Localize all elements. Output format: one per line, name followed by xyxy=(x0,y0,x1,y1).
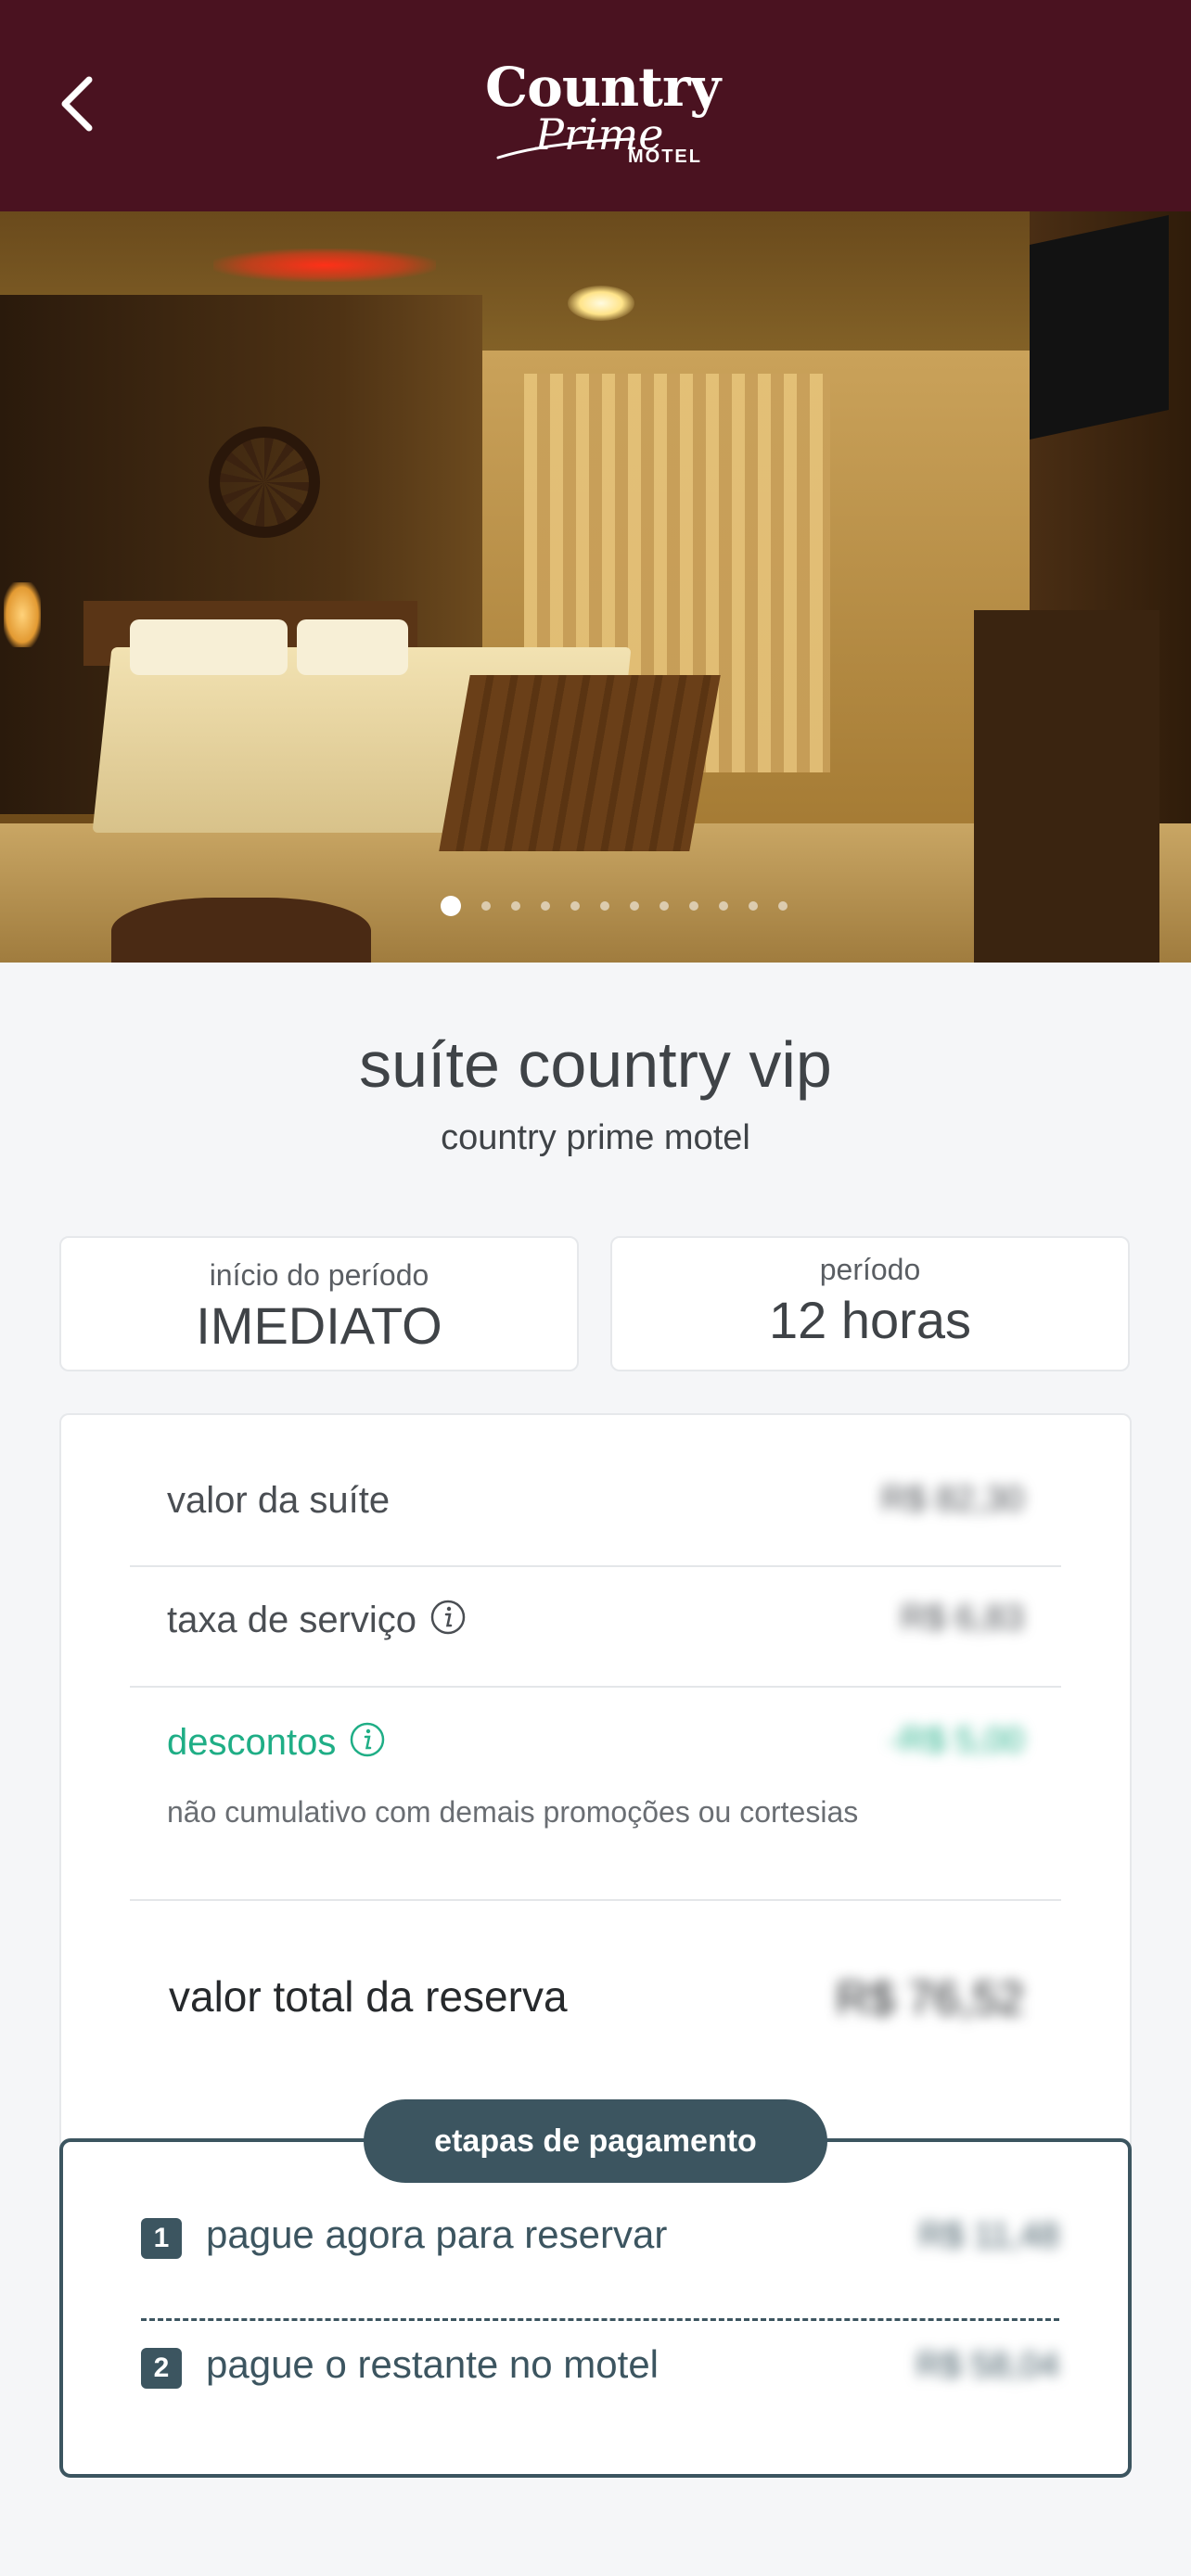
suite-value-amount: R$ 82,30 xyxy=(880,1480,1024,1519)
total-amount: R$ 76,52 xyxy=(836,1972,1024,2024)
chevron-left-icon xyxy=(61,76,93,132)
service-fee-amount: R$ 6,83 xyxy=(900,1599,1024,1638)
payment-steps-title: etapas de pagamento xyxy=(364,2099,827,2183)
carousel-dot[interactable] xyxy=(689,901,698,911)
period-start-label: início do período xyxy=(209,1258,429,1292)
carousel-dot[interactable] xyxy=(481,901,491,911)
step-amount: R$ 58,04 xyxy=(916,2346,1059,2385)
payment-step-1: 1 pague agora para reservar R$ 11,48 xyxy=(141,2213,1059,2268)
discounts-label: descontos xyxy=(167,1722,337,1763)
period-duration-label: período xyxy=(819,1253,921,1286)
divider xyxy=(130,1899,1061,1901)
divider xyxy=(130,1686,1061,1688)
motel-logo: Country Prime MOTEL xyxy=(478,56,721,176)
period-start-card: início do período IMEDIATO xyxy=(59,1236,579,1371)
back-button[interactable] xyxy=(48,69,104,139)
step-label: pague o restante no motel xyxy=(206,2342,660,2386)
payment-steps-card: 1 pague agora para reservar R$ 11,48 2 p… xyxy=(59,2138,1132,2478)
step-number-badge: 2 xyxy=(141,2348,182,2389)
step-label: pague agora para reservar xyxy=(206,2213,668,2256)
payment-step-2: 2 pague o restante no motel R$ 58,04 xyxy=(141,2342,1059,2398)
service-fee-label: taxa de serviço xyxy=(167,1600,417,1640)
info-circle-icon[interactable] xyxy=(349,1721,386,1758)
carousel-dot[interactable] xyxy=(441,896,461,916)
info-circle-icon[interactable] xyxy=(429,1599,467,1636)
carousel-dot[interactable] xyxy=(749,901,758,911)
discounts-disclaimer: não cumulativo com demais promoções ou c… xyxy=(167,1795,859,1829)
dashed-divider xyxy=(141,2318,1059,2321)
total-label: valor total da reserva xyxy=(169,1972,568,2021)
divider xyxy=(130,1565,1061,1567)
discounts-amount: -R$ 5,00 xyxy=(889,1721,1024,1760)
motel-name: country prime motel xyxy=(441,1118,750,1157)
logo-swoosh xyxy=(496,137,635,159)
period-start-value: IMEDIATO xyxy=(196,1296,442,1355)
step-number-badge: 1 xyxy=(141,2218,182,2259)
price-summary-card: valor da suíte R$ 82,30 taxa de serviço … xyxy=(59,1413,1132,2155)
carousel-dot[interactable] xyxy=(630,901,639,911)
logo-subtitle: MOTEL xyxy=(628,147,702,167)
step-amount: R$ 11,48 xyxy=(918,2216,1059,2255)
suite-photo-carousel[interactable] xyxy=(0,211,1191,963)
suite-name: suíte country vip xyxy=(359,1028,832,1101)
carousel-indicator[interactable] xyxy=(0,895,1191,917)
carousel-dot[interactable] xyxy=(660,901,669,911)
app-header: Country Prime MOTEL xyxy=(0,0,1191,211)
carousel-dot[interactable] xyxy=(719,901,728,911)
carousel-dot[interactable] xyxy=(570,901,580,911)
carousel-dot[interactable] xyxy=(541,901,550,911)
suite-value-label: valor da suíte xyxy=(167,1480,391,1521)
carousel-dot[interactable] xyxy=(778,901,788,911)
carousel-dot[interactable] xyxy=(600,901,609,911)
period-duration-value: 12 horas xyxy=(769,1291,971,1349)
period-duration-card: período 12 horas xyxy=(610,1236,1130,1371)
carousel-dot[interactable] xyxy=(511,901,520,911)
